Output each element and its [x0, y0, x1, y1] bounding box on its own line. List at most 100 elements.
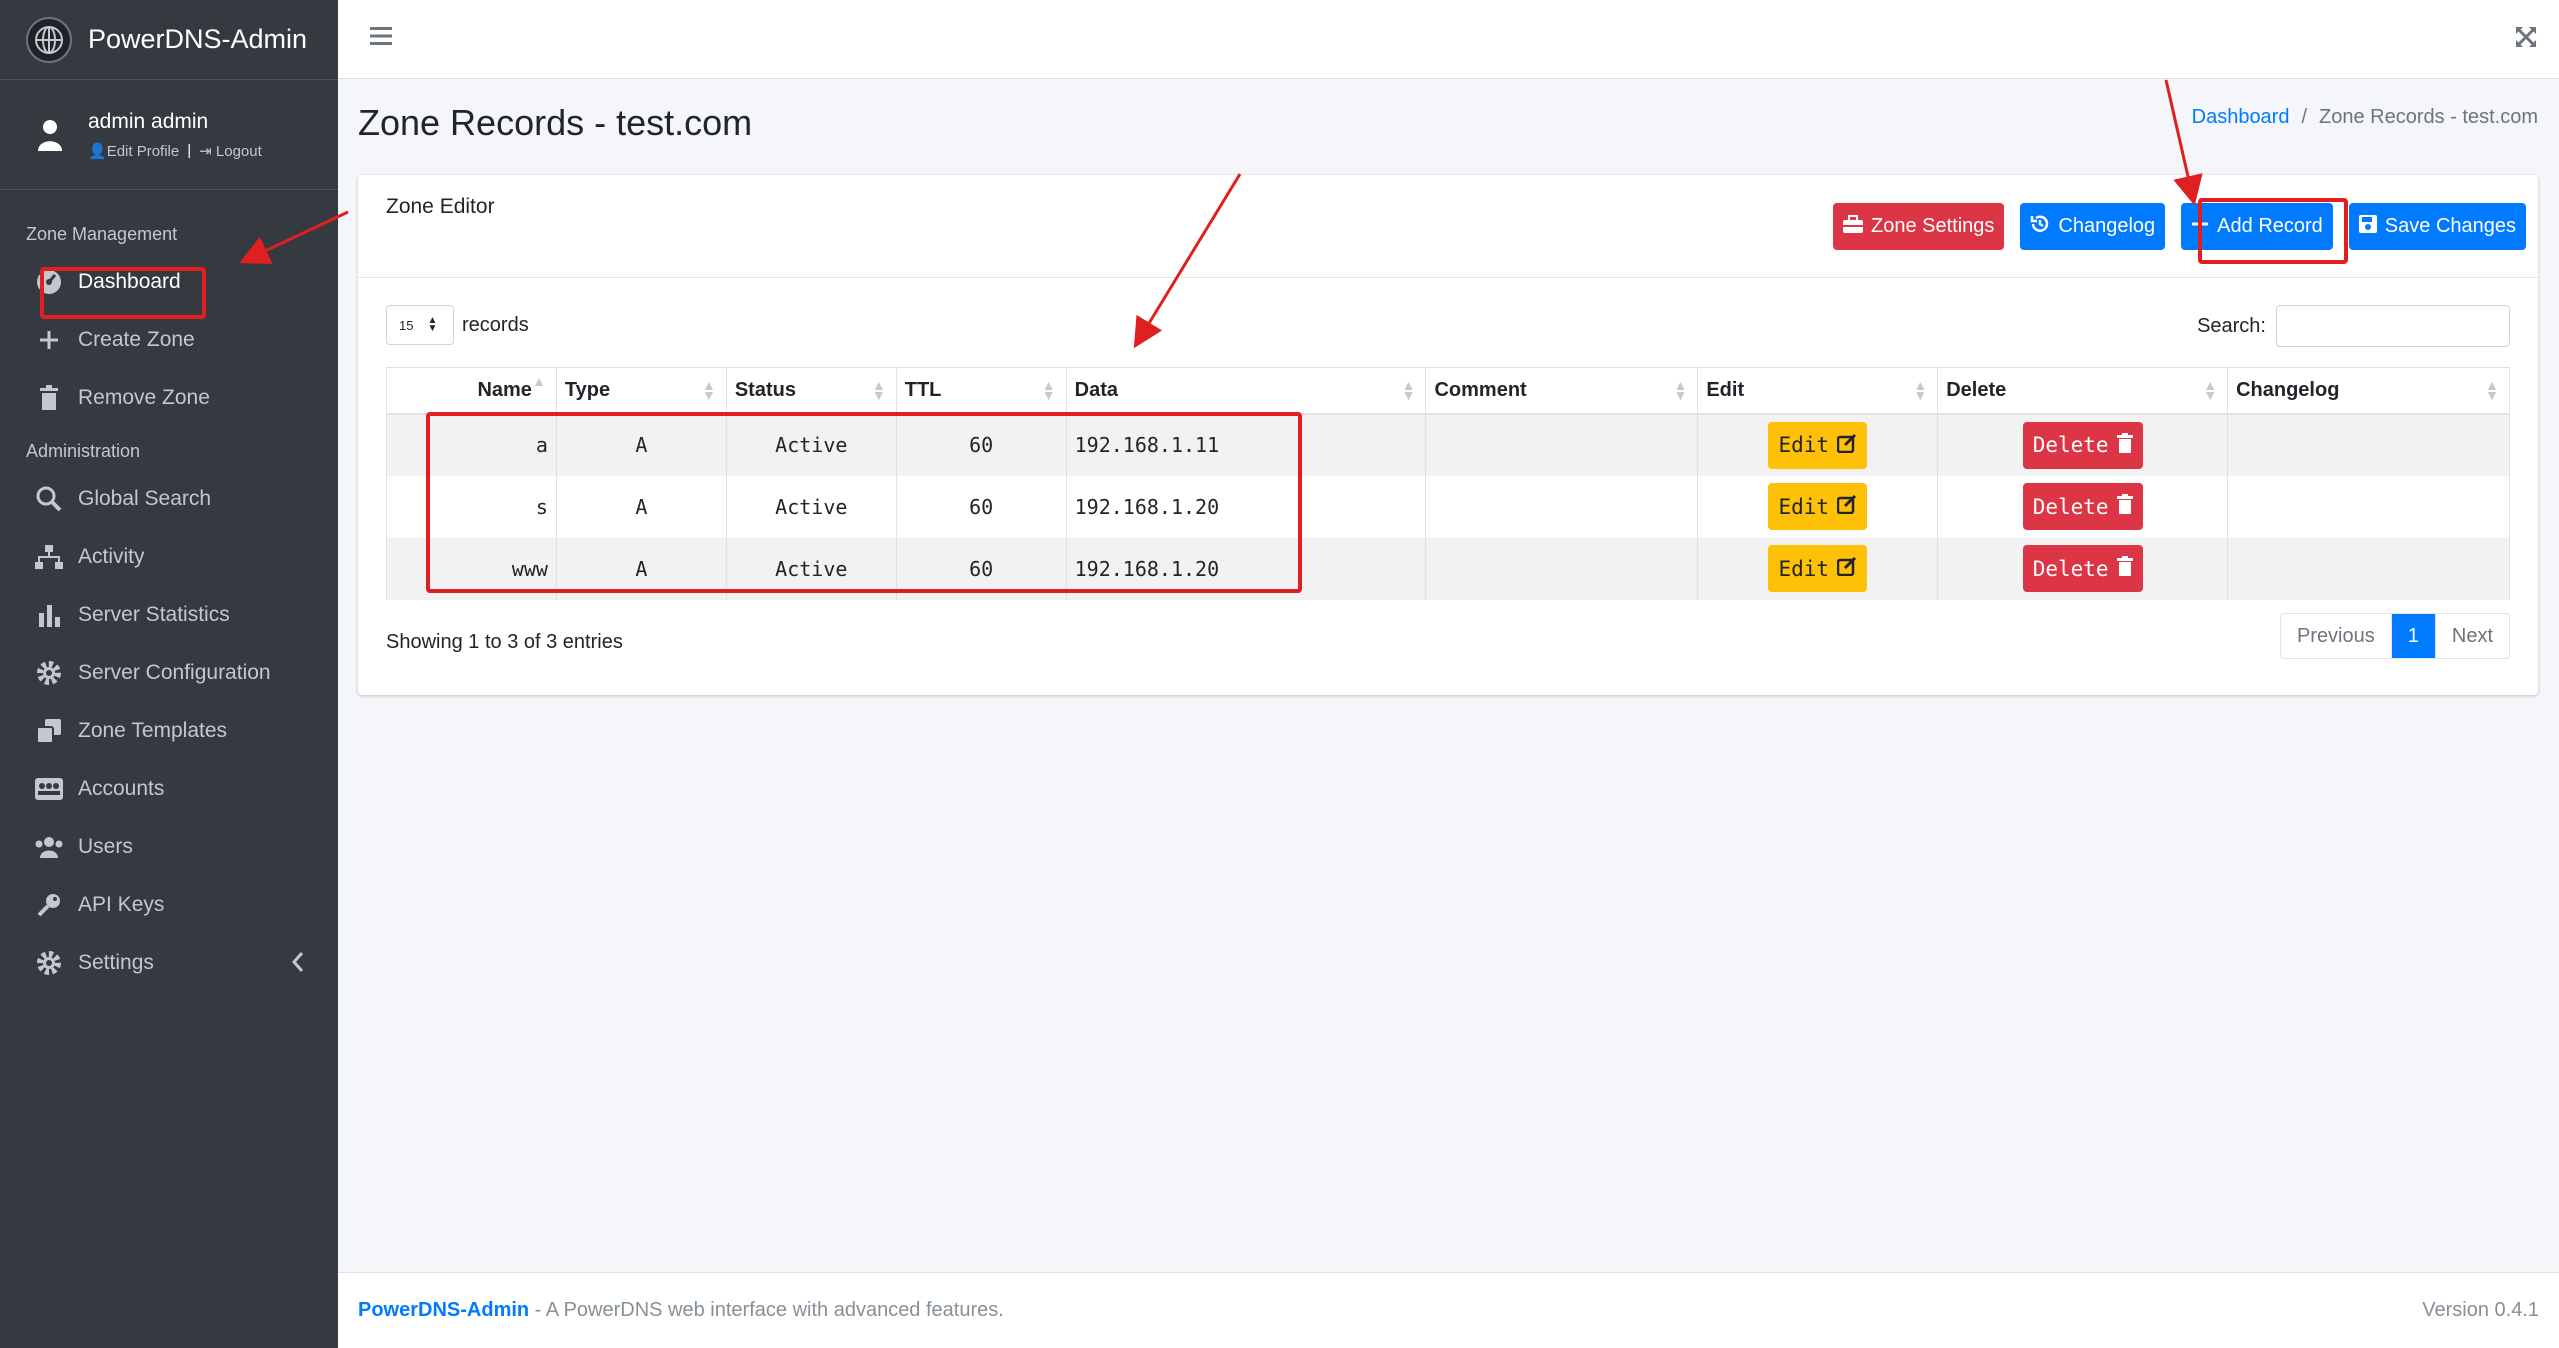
sidebar-item-label: Global Search	[78, 487, 212, 510]
cell-edit: Edit	[1697, 475, 1939, 538]
clone-icon	[34, 716, 64, 746]
cell-type: A	[555, 413, 727, 476]
cell-type: A	[555, 475, 727, 538]
cell-edit: Edit	[1697, 537, 1939, 600]
zone-settings-button[interactable]: Zone Settings	[1833, 203, 2005, 250]
column-header-edit[interactable]: Edit ▲ ▼	[1697, 367, 1939, 415]
footer: PowerDNS-Admin - A PowerDNS web interfac…	[338, 1272, 2559, 1348]
cell-delete: Delete	[1937, 537, 2229, 600]
column-header-ttl[interactable]: TTL ▲ ▼	[895, 367, 1067, 415]
sidebar-item-dashboard[interactable]: Dashboard	[0, 253, 338, 311]
sort-asc-icon: ▲	[532, 373, 546, 389]
search-input[interactable]	[2276, 305, 2510, 347]
globe-icon	[26, 16, 72, 63]
column-header-changelog[interactable]: Changelog ▲ ▼	[2227, 367, 2510, 415]
column-header-type[interactable]: Type ▲ ▼	[555, 367, 727, 415]
cell-data: 192.168.1.20	[1065, 475, 1427, 538]
edit-label: Edit	[1778, 433, 1830, 457]
pagination-next[interactable]: Next	[2436, 614, 2509, 658]
pagination-page-1[interactable]: 1	[2391, 614, 2436, 658]
sidebar-item-settings[interactable]: Settings	[0, 934, 338, 992]
sitemap-icon	[34, 542, 64, 572]
column-header-name[interactable]: Name ▲	[386, 367, 557, 415]
sidebar-item-accounts[interactable]: Accounts	[0, 760, 338, 818]
trash-icon	[34, 383, 64, 413]
table-row: a A Active 60 192.168.1.11 Edit Delete	[386, 413, 2510, 476]
edit-profile-link[interactable]: 👤Edit Profile	[88, 142, 179, 160]
logout-label: Logout	[215, 142, 262, 160]
sidebar-item-create-zone[interactable]: Create Zone	[0, 311, 338, 369]
add-record-label: Add Record	[2217, 215, 2323, 237]
column-header-status[interactable]: Status ▲ ▼	[725, 367, 897, 415]
brand-link[interactable]: PowerDNS-Admin	[0, 0, 338, 80]
table-info: Showing 1 to 3 of 3 entries	[386, 631, 623, 653]
cell-status: Active	[725, 475, 897, 538]
accounts-icon	[34, 774, 64, 804]
cell-comment	[1425, 537, 1699, 600]
cell-delete: Delete	[1937, 413, 2229, 476]
edit-record-button[interactable]: Edit	[1768, 483, 1868, 530]
save-icon	[2358, 214, 2377, 239]
edit-label: Edit	[1778, 494, 1830, 519]
edit-icon	[1836, 556, 1857, 581]
column-header-label: Edit	[1706, 378, 1745, 401]
delete-record-button[interactable]: Delete	[2022, 545, 2143, 592]
users-icon	[34, 832, 64, 862]
chevron-left-icon[interactable]	[290, 950, 306, 980]
chart-icon	[34, 600, 64, 630]
column-header-label: Comment	[1434, 378, 1527, 401]
footer-brand-link[interactable]: PowerDNS-Admin	[358, 1299, 529, 1321]
sidebar-item-label: Settings	[78, 951, 154, 974]
card-tools: Zone Settings Changelog Add Record Save …	[1833, 203, 2526, 250]
cell-comment	[1425, 413, 1699, 476]
sidebar-item-remove-zone[interactable]: Remove Zone	[0, 369, 338, 427]
search-label: Search:	[2197, 314, 2266, 337]
pagination-previous[interactable]: Previous	[2281, 614, 2392, 658]
cell-type: A	[555, 537, 727, 600]
sidebar-item-global-search[interactable]: Global Search	[0, 470, 338, 528]
column-header-data[interactable]: Data ▲ ▼	[1065, 367, 1427, 415]
cell-ttl: 60	[895, 537, 1067, 600]
changelog-button[interactable]: Changelog	[2020, 203, 2166, 250]
plus-icon	[34, 325, 64, 355]
breadcrumb-dashboard-link[interactable]: Dashboard	[2192, 106, 2290, 129]
table-row: www A Active 60 192.168.1.20 Edit Delete	[386, 537, 2510, 600]
sort-icon: ▲ ▼	[1913, 377, 1928, 403]
user-panel: admin admin 👤Edit Profile | ⇥ Logout	[0, 80, 338, 190]
sidebar-item-label: Create Zone	[78, 328, 195, 351]
column-header-comment[interactable]: Comment ▲ ▼	[1425, 367, 1699, 415]
column-header-delete[interactable]: Delete ▲ ▼	[1937, 367, 2229, 415]
sidebar-item-server-configuration[interactable]: Server Configuration	[0, 644, 338, 702]
cell-data: 192.168.1.11	[1065, 413, 1427, 476]
cell-status: Active	[725, 413, 897, 476]
delete-label: Delete	[2032, 433, 2109, 457]
sidebar-item-label: Zone Templates	[78, 719, 228, 742]
save-changes-button[interactable]: Save Changes	[2348, 203, 2526, 250]
sidebar-item-api-keys[interactable]: API Keys	[0, 876, 338, 934]
delete-record-button[interactable]: Delete	[2022, 421, 2143, 469]
sidebar-item-users[interactable]: Users	[0, 818, 338, 876]
logout-link[interactable]: ⇥ Logout	[199, 142, 262, 160]
sidebar-item-activity[interactable]: Activity	[0, 528, 338, 586]
toolbox-icon	[1843, 214, 1863, 239]
logout-icon: ⇥	[199, 142, 212, 160]
delete-record-button[interactable]: Delete	[2022, 483, 2143, 530]
sidebar-item-server-statistics[interactable]: Server Statistics	[0, 586, 338, 644]
hamburger-menu-icon[interactable]	[370, 26, 392, 51]
sidebar-item-label: Dashboard	[78, 270, 181, 293]
fullscreen-icon[interactable]	[2515, 26, 2537, 53]
user-avatar-icon	[30, 115, 70, 155]
edit-record-button[interactable]: Edit	[1768, 421, 1868, 469]
sidebar-item-label: Server Statistics	[78, 603, 230, 626]
cell-changelog	[2227, 537, 2510, 600]
sidebar-item-zone-templates[interactable]: Zone Templates	[0, 702, 338, 760]
records-per-page-select[interactable]: 15 ▲ ▼	[386, 305, 454, 345]
breadcrumb-current: Zone Records - test.com	[2319, 106, 2538, 128]
add-record-button[interactable]: Add Record	[2181, 203, 2333, 250]
pagination: Previous 1 Next	[2279, 613, 2510, 659]
edit-record-button[interactable]: Edit	[1768, 545, 1868, 592]
cell-delete: Delete	[1937, 475, 2229, 538]
table-header-row: Name ▲ Type ▲ ▼ Status ▲ ▼ TTL ▲ ▼ Data ▲ ▼ Comme…	[386, 367, 2510, 415]
user-name: admin admin	[88, 109, 209, 133]
gear-icon	[34, 658, 64, 688]
